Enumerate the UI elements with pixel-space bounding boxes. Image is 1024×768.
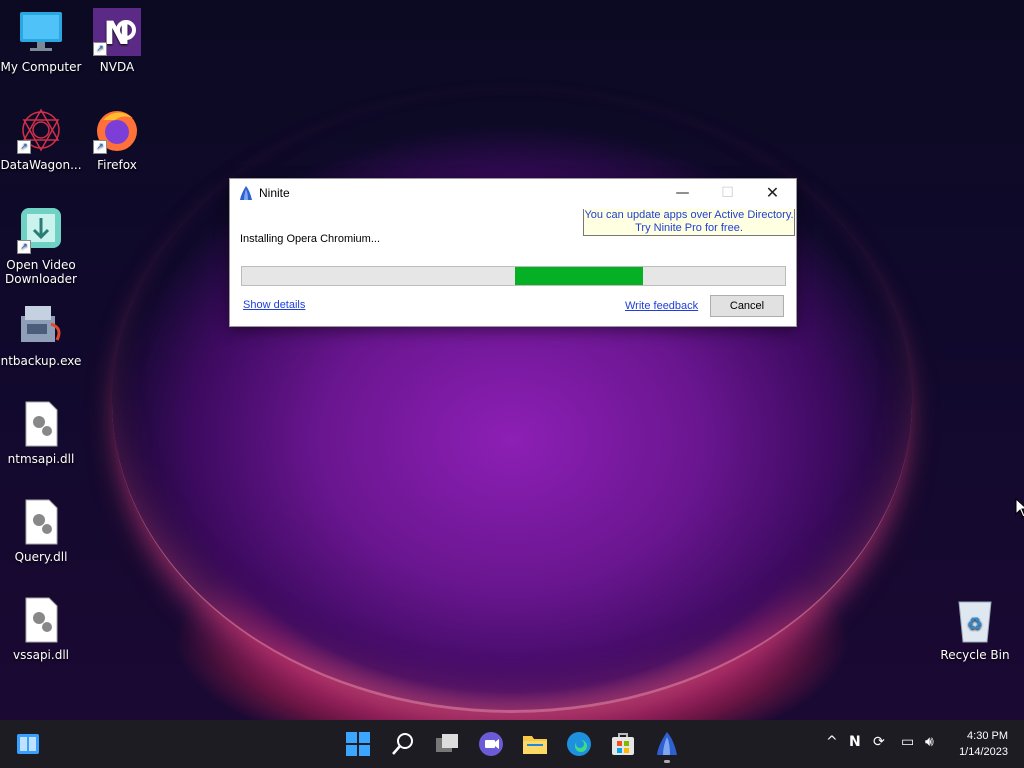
desktop-icon-label: ntmsapi.dll [7, 452, 75, 466]
desktop-icon-label: ntbackup.exe [0, 354, 82, 368]
task-view-button[interactable] [433, 730, 461, 758]
write-feedback-link[interactable]: Write feedback [625, 300, 698, 312]
chat-button[interactable] [477, 730, 505, 758]
cancel-button[interactable]: Cancel [710, 295, 784, 317]
search-button[interactable] [389, 730, 417, 758]
edge-button[interactable] [565, 730, 593, 758]
windows-logo-icon [346, 732, 370, 756]
svg-text:♻: ♻ [967, 614, 983, 635]
close-button[interactable]: ✕ [750, 179, 795, 207]
desktop-icon-ntbackup[interactable]: ntbackup.exe [0, 302, 82, 368]
dll-file-icon [17, 400, 65, 448]
ninite-logo-icon [238, 185, 254, 205]
tip-line-2: Try Ninite Pro for free. [635, 222, 743, 234]
progress-fill [515, 267, 643, 285]
install-status-text: Installing Opera Chromium... [240, 233, 380, 245]
nvda-tray-icon[interactable]: N [849, 734, 861, 750]
running-indicator [664, 760, 670, 763]
ninite-logo-icon [657, 732, 677, 755]
desktop-icon-firefox[interactable]: ↗ Firefox [76, 106, 158, 172]
desktop-icon-query[interactable]: Query.dll [0, 498, 82, 564]
store-button[interactable] [609, 730, 637, 758]
teams-chat-icon [479, 732, 503, 756]
ninite-taskbar-button[interactable] [653, 730, 681, 763]
desktop-icon-ntmsapi[interactable]: ntmsapi.dll [0, 400, 82, 466]
firefox-icon: ↗ [93, 106, 141, 154]
desktop-icon-label: vssapi.dll [12, 648, 69, 662]
widgets-icon [17, 734, 39, 754]
edge-icon [567, 732, 591, 756]
maximize-button[interactable]: ☐ [705, 179, 750, 207]
shortcut-arrow-icon: ↗ [17, 140, 31, 154]
video-downloader-icon: ↗ [17, 206, 65, 254]
shortcut-arrow-icon: ↗ [93, 42, 107, 56]
dll-file-icon [17, 498, 65, 546]
minimize-icon: — [675, 185, 690, 201]
shortcut-arrow-icon: ↗ [93, 140, 107, 154]
clock[interactable]: 4:30 PM 1/14/2023 [959, 728, 1008, 760]
desktop-icon-nvda[interactable]: N ↗ NVDA [76, 8, 158, 74]
search-icon [392, 733, 413, 755]
tip-line-1: You can update apps over Active Director… [584, 209, 794, 221]
desktop-icon-vssapi[interactable]: vssapi.dll [0, 596, 82, 662]
volume-icon[interactable]: 🔊︎ [925, 734, 934, 750]
close-icon: ✕ [765, 183, 780, 202]
ninite-pro-tip[interactable]: You can update apps over Active Director… [583, 209, 795, 236]
desktop-icon-label: Open Video Downloader [5, 258, 77, 286]
shortcut-arrow-icon: ↗ [17, 240, 31, 254]
desktop-icon-my-computer[interactable]: My Computer [0, 8, 82, 74]
clock-date: 1/14/2023 [959, 746, 1008, 758]
recycle-bin-icon: ♻ [951, 596, 999, 644]
nvda-icon: N ↗ [93, 8, 141, 56]
dialog-titlebar[interactable]: Ninite — ☐ ✕ [230, 179, 796, 207]
task-view-icon [436, 734, 458, 752]
show-hidden-icons-chevron-icon[interactable]: ^ [826, 734, 838, 750]
taskbar: ^ N ⟳ ▭ 🔊︎ 4:30 PM 1/14/2023 [0, 720, 1024, 768]
install-progress-bar [241, 266, 786, 286]
desktop-icon-label: Recycle Bin [940, 648, 1010, 662]
desktop-icon-label: Query.dll [14, 550, 68, 564]
folder-icon [523, 736, 547, 754]
clock-time: 4:30 PM [967, 730, 1008, 742]
maximize-icon: ☐ [721, 185, 734, 201]
dialog-title: Ninite [259, 186, 290, 200]
ninite-dialog: Ninite — ☐ ✕ You can update apps over Ac… [229, 178, 797, 327]
network-icon[interactable]: ▭ [901, 734, 914, 750]
store-icon [612, 733, 634, 755]
desktop-icon-datawagon[interactable]: ↗ DataWagon... [0, 106, 82, 172]
dll-file-icon [17, 596, 65, 644]
start-button[interactable] [344, 730, 372, 758]
desktop-icon-open-video-downloader[interactable]: ↗ Open Video Downloader [0, 206, 82, 286]
desktop-icon-label: Firefox [97, 158, 137, 172]
desktop-icon-label: NVDA [99, 60, 135, 74]
datawagon-icon: ↗ [17, 106, 65, 154]
backup-icon [17, 302, 65, 350]
desktop-icon-label: My Computer [0, 60, 82, 74]
show-details-link[interactable]: Show details [243, 299, 305, 311]
sync-tray-icon[interactable]: ⟳ [873, 734, 885, 750]
file-explorer-button[interactable] [521, 730, 549, 758]
desktop-icon-recycle-bin[interactable]: ♻ Recycle Bin [934, 596, 1016, 662]
desktop-icon-label: DataWagon... [0, 158, 82, 172]
show-desktop-button[interactable] [14, 730, 42, 758]
minimize-button[interactable]: — [660, 179, 705, 207]
monitor-icon [17, 8, 65, 56]
mouse-cursor-icon [1015, 497, 1024, 522]
